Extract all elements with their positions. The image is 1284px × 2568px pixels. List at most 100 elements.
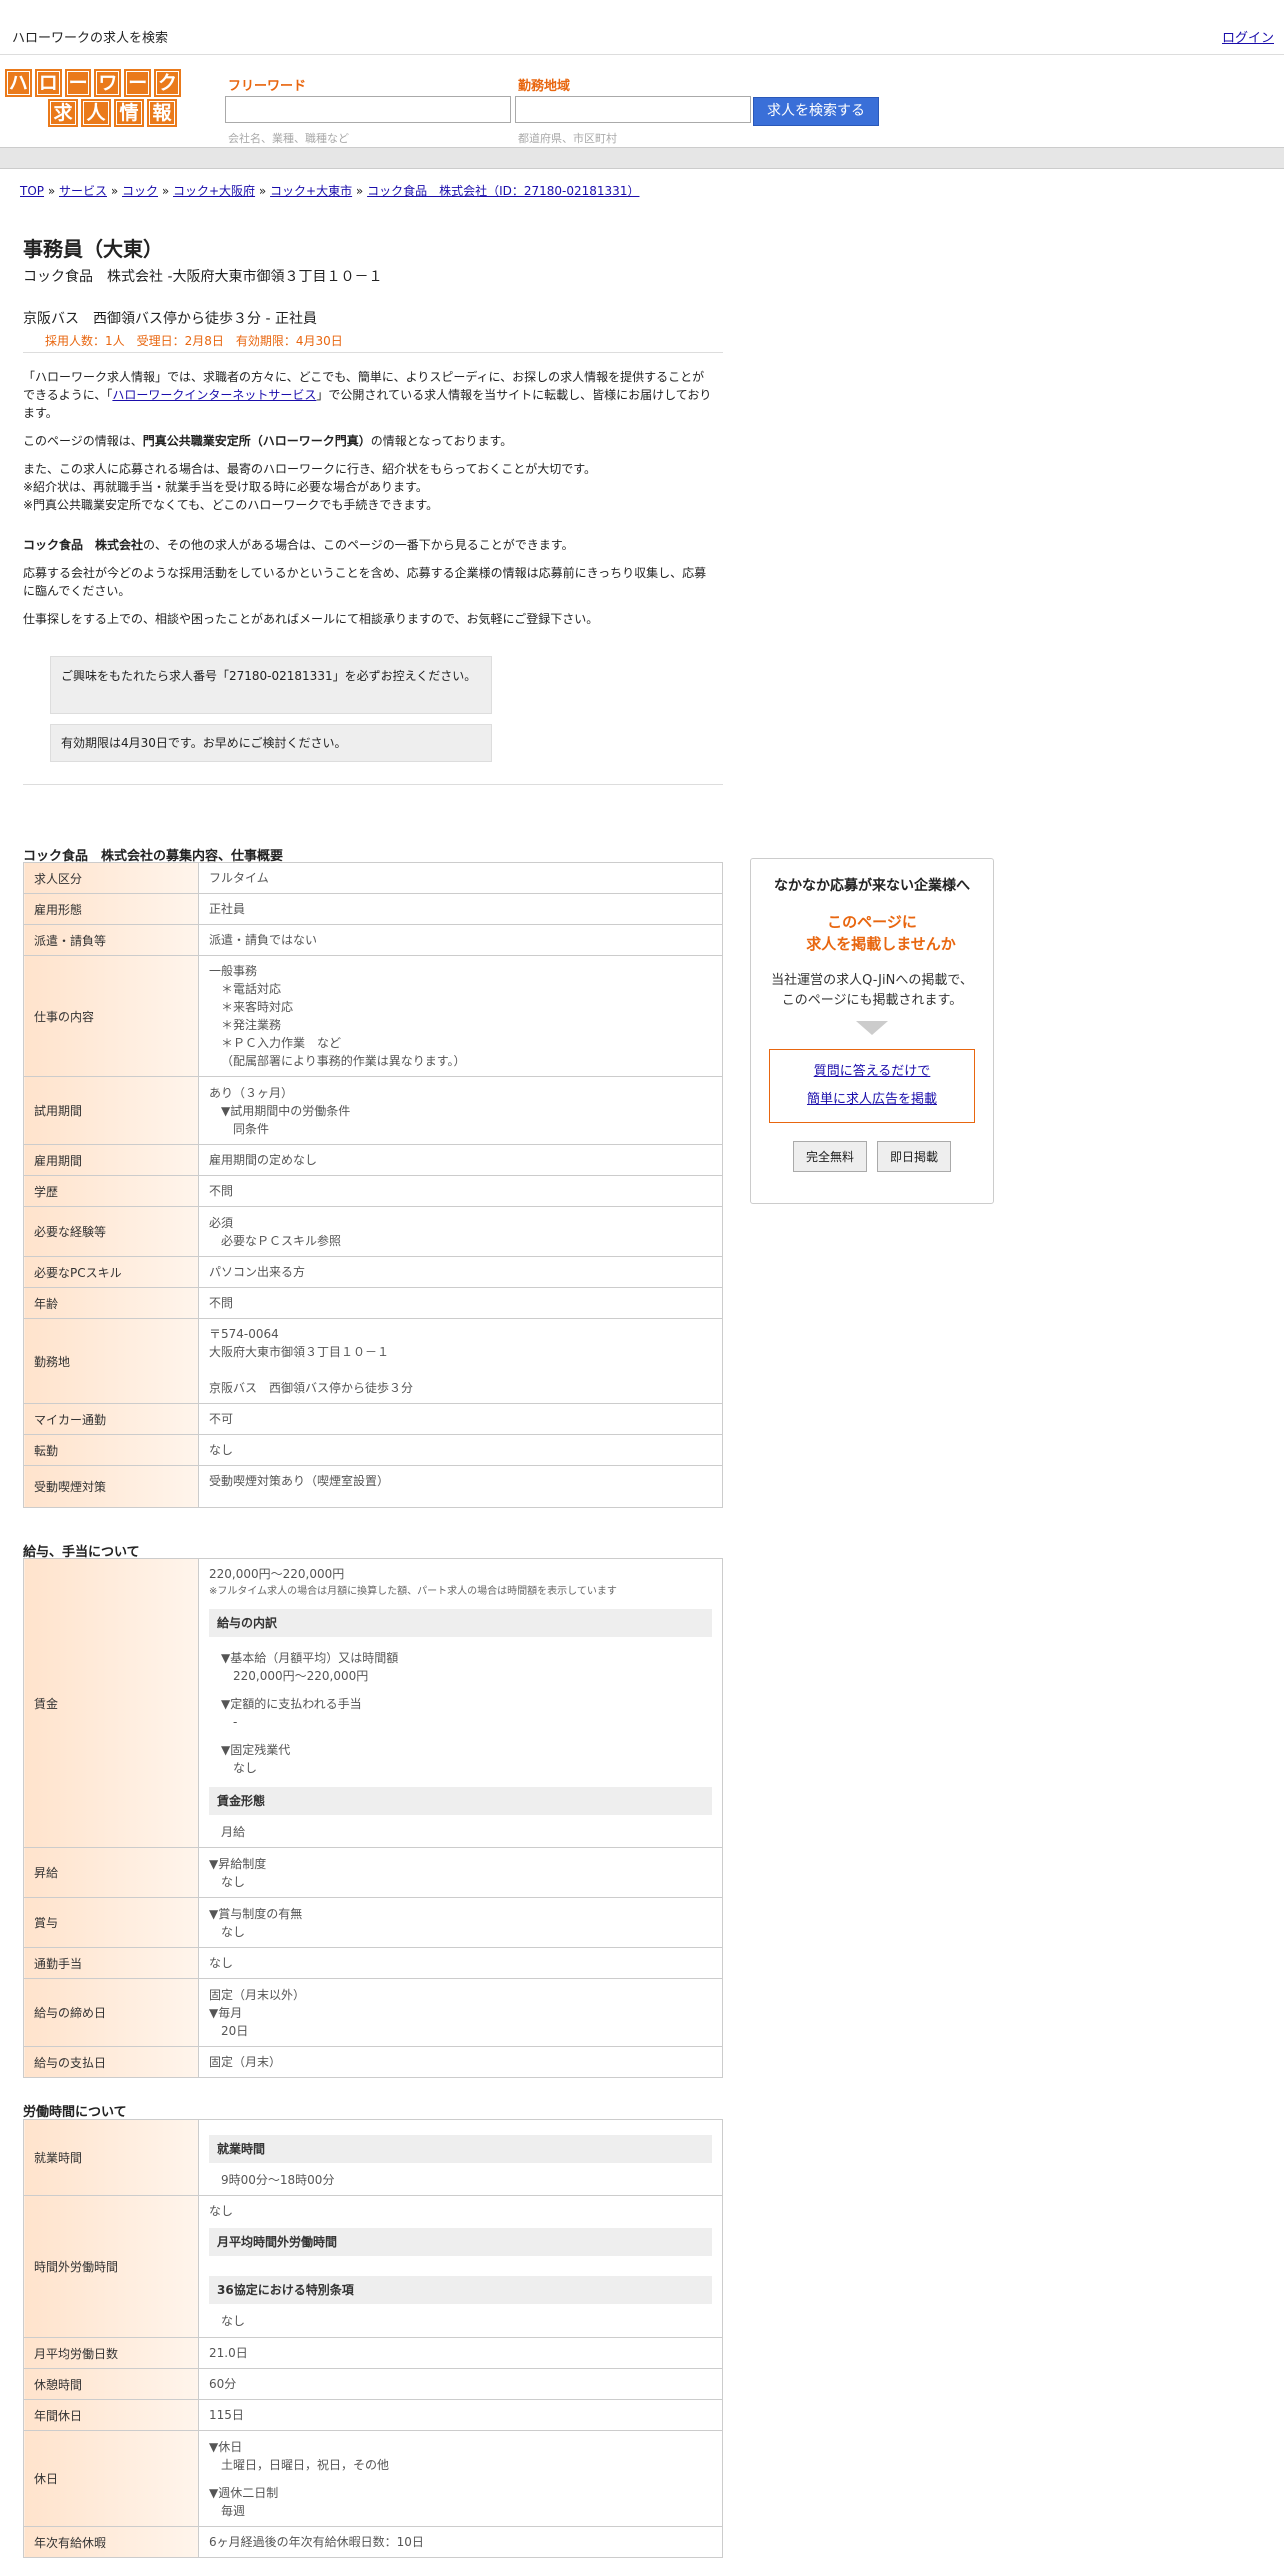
sidebar-link-post[interactable]: 簡単に求人広告を掲載 (807, 1092, 937, 1107)
logo-char: ク (154, 69, 181, 97)
sidebar-desc-2: このページにも掲載されます。 (781, 993, 963, 1008)
same-day-button[interactable]: 即日掲載 (877, 1141, 952, 1172)
divider (23, 352, 723, 353)
wage-type-heading: 賃金形態 (209, 1787, 712, 1815)
row-label: 仕事の内容 (23, 955, 199, 1077)
row-label: マイカー通勤 (23, 1403, 199, 1435)
search-button[interactable]: 求人を検索する (753, 97, 879, 126)
job-number-note: ご興味をもたれたら求人番号「27180-02181331」を必ずお控えください。 (50, 656, 492, 714)
login-link[interactable]: ログイン (1222, 27, 1274, 46)
freeword-placeholder: 会社名、業種、職種など (228, 132, 349, 145)
bonus-value: なし (221, 1924, 246, 1939)
row-label: 派遣・請負等 (23, 924, 199, 956)
row-value: 不問 (198, 1175, 723, 1207)
breadcrumb-service[interactable]: サービス (59, 184, 107, 198)
desc-line: ＊ＰＣ入力作業 など (221, 1036, 342, 1050)
logo-char: ワ (94, 69, 122, 97)
row-label: 転勤 (23, 1434, 199, 1466)
row-value: 正社員 (198, 893, 723, 925)
free-button[interactable]: 完全無料 (792, 1141, 867, 1172)
postal-code: 〒574-0064 (209, 1327, 279, 1341)
closing-day: 20日 (221, 2023, 249, 2038)
raise-label: ▼昇給制度 (209, 1856, 267, 1871)
intro-text-2: このページの情報は、 (23, 434, 143, 448)
desc-line: ＊発注業務 (221, 1018, 282, 1032)
top-bar: ハローワークの求人を検索 ログイン (0, 0, 1284, 55)
row-label: 雇用形態 (23, 893, 199, 925)
row-value: 必須 必要なＰＣスキル参照 (198, 1206, 723, 1257)
weekly-two-days-value: 毎週 (221, 2503, 246, 2518)
row-label: 雇用期間 (23, 1144, 199, 1176)
desc-line: ＊来客時対応 (221, 1000, 294, 1014)
breadcrumb-cook-osaka[interactable]: コック+大阪府 (173, 184, 255, 198)
work-access: 京阪バス 西御領バス停から徒歩３分 (209, 1381, 414, 1395)
row-label: 給与の締め日 (23, 1978, 199, 2047)
breadcrumb-company[interactable]: コック食品 株式会社（ID：27180-02181331） (367, 184, 639, 198)
intro-text-3b: ※紹介状は、再就職手当・就業手当を受け取る時に必要な場合があります。 (23, 480, 428, 494)
arrow-down-icon (856, 1021, 888, 1035)
special-clause-value: なし (221, 2314, 246, 2328)
hellowork-logo[interactable]: ハ ロ ー ワ ー ク 求 人 情 報 (5, 69, 181, 127)
row-value: フルタイム (198, 862, 723, 894)
fixed-allowance-value: - (233, 1715, 238, 1729)
intro-text-4: の、その他の求人がある場合は、このページの一番下から見ることができます。 (143, 538, 574, 552)
sidebar-desc-1: 当社運営の求人Q-JiNへの掲載で、 (771, 973, 973, 988)
job-meta: 採用人数：1人 受理日：2月8日 有効期限：4月30日 (45, 334, 343, 348)
row-label: 年次有給休暇 (23, 2526, 199, 2558)
row-value: 固定（月末） (198, 2046, 723, 2078)
exp-line: 必要なＰＣスキル参照 (221, 1233, 342, 1248)
row-label: 試用期間 (23, 1076, 199, 1145)
base-pay-value: 220,000円〜220,000円 (233, 1669, 369, 1683)
base-pay-label: ▼基本給（月額平均）又は時間額 (221, 1651, 399, 1665)
sidebar-link-box: 質問に答えるだけで 簡単に求人広告を掲載 (769, 1049, 975, 1123)
intro-text-2c: の情報となっております。 (370, 434, 513, 448)
trial-line: ▼試用期間中の労働条件 (221, 1103, 351, 1118)
deadline-note: 有効期限は4月30日です。お早めにご検討ください。 (50, 724, 492, 762)
freeword-input[interactable] (225, 96, 511, 123)
row-value: 〒574-0064 大阪府大東市御領３丁目１０－１ 京阪バス 西御領バス停から徒… (198, 1318, 723, 1404)
row-label: 必要なPCスキル (23, 1256, 199, 1288)
hellowork-internet-link[interactable]: ハローワークインターネットサービス (112, 388, 316, 402)
job-header: 事務員（大東） コック食品 株式会社 -大阪府大東市御領３丁目１０－１ 京阪バス… (23, 233, 723, 349)
row-value: パソコン出来る方 (198, 1256, 723, 1288)
hours-value: 9時00分〜18時00分 (221, 2172, 335, 2187)
sidebar-catch: このページに 求人を掲載しませんか (751, 911, 993, 955)
row-label: 求人区分 (23, 862, 199, 894)
fixed-allowance-label: ▼定額的に支払われる手当 (221, 1697, 362, 1711)
salary-range: 220,000円〜220,000円 (209, 1567, 345, 1581)
breadcrumb-cook[interactable]: コック (122, 184, 158, 198)
hours-table: 就業時間 就業時間 9時00分〜18時00分 時間外労働時間 なし 月平均時間外… (23, 2119, 723, 2558)
trial-line: あり（３ヶ月） (209, 1085, 294, 1100)
advertise-sidebar: なかなか応募が来ない企業様へ このページに 求人を掲載しませんか 当社運営の求人… (750, 858, 994, 1204)
area-input[interactable] (515, 96, 751, 123)
logo-char: ー (64, 69, 92, 97)
row-label: 年間休日 (23, 2399, 199, 2431)
intro-text-3: また、この求人に応募される場合は、最寄のハローワークに行き、紹介状をもらっておく… (23, 462, 597, 476)
desc-line: （配属部署により事務的作業は異なります。） (221, 1054, 466, 1068)
row-label: 就業時間 (23, 2119, 199, 2196)
breadcrumb-cook-daito[interactable]: コック+大東市 (270, 184, 352, 198)
breadcrumb-top[interactable]: TOP (20, 184, 44, 198)
holiday-value: 土曜日，日曜日，祝日，その他 (221, 2457, 390, 2472)
desc-line: ＊電話対応 (221, 982, 282, 996)
job-title: 事務員（大東） (23, 237, 163, 261)
row-label: 給与の支払日 (23, 2046, 199, 2078)
desc-line: 一般事務 (209, 964, 258, 978)
row-value: 不問 (198, 1287, 723, 1319)
closing-type: 固定（月末以外） (209, 1987, 306, 2002)
logo-char: ー (124, 69, 152, 97)
work-address: 大阪府大東市御領３丁目１０－１ (209, 1345, 390, 1359)
row-label: 昇給 (23, 1847, 199, 1898)
bonus-label: ▼賞与制度の有無 (209, 1906, 303, 1921)
hours-heading: 就業時間 (209, 2134, 712, 2163)
salary-table: 賃金 220,000円〜220,000円 ※フルタイム求人の場合は月額に換算した… (23, 1558, 723, 2078)
row-value: ▼昇給制度 なし (198, 1847, 723, 1898)
company-name: コック食品 株式会社 (23, 538, 144, 552)
row-label: 必要な経験等 (23, 1206, 199, 1257)
overtime-value: なし (209, 2204, 234, 2218)
row-value: なし (198, 1947, 723, 1979)
sidebar-link-question[interactable]: 質問に答えるだけで (814, 1064, 931, 1079)
monthly-overtime-heading: 月平均時間外労働時間 (209, 2228, 712, 2256)
fixed-overtime-label: ▼固定残業代 (221, 1743, 291, 1757)
row-value: 21.0日 (198, 2337, 723, 2369)
